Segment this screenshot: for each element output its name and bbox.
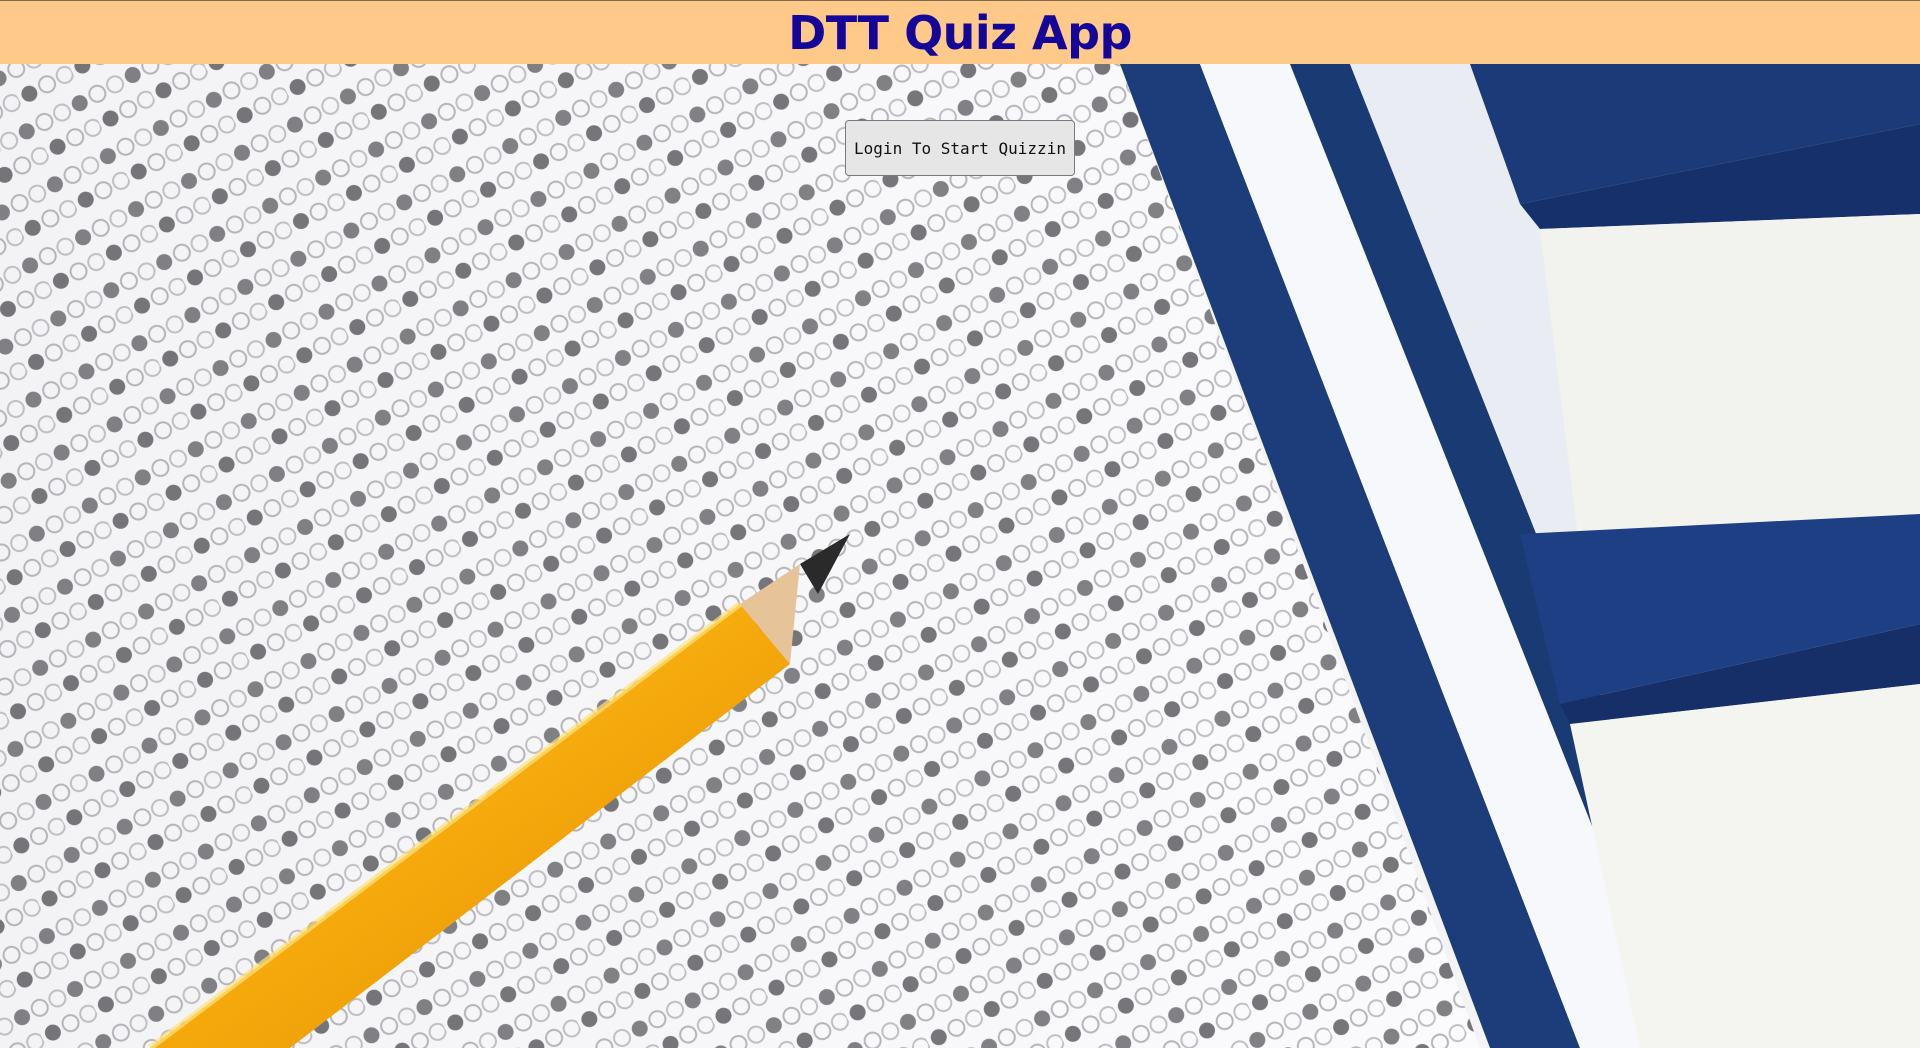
app-title: DTT Quiz App — [788, 5, 1132, 60]
page: DTT Quiz App Login To Start Quizzin — [0, 0, 1920, 1048]
login-to-start-button[interactable]: Login To Start Quizzin — [845, 120, 1075, 176]
answer-sheet-background-image — [0, 64, 1920, 1048]
app-header: DTT Quiz App — [0, 0, 1920, 64]
